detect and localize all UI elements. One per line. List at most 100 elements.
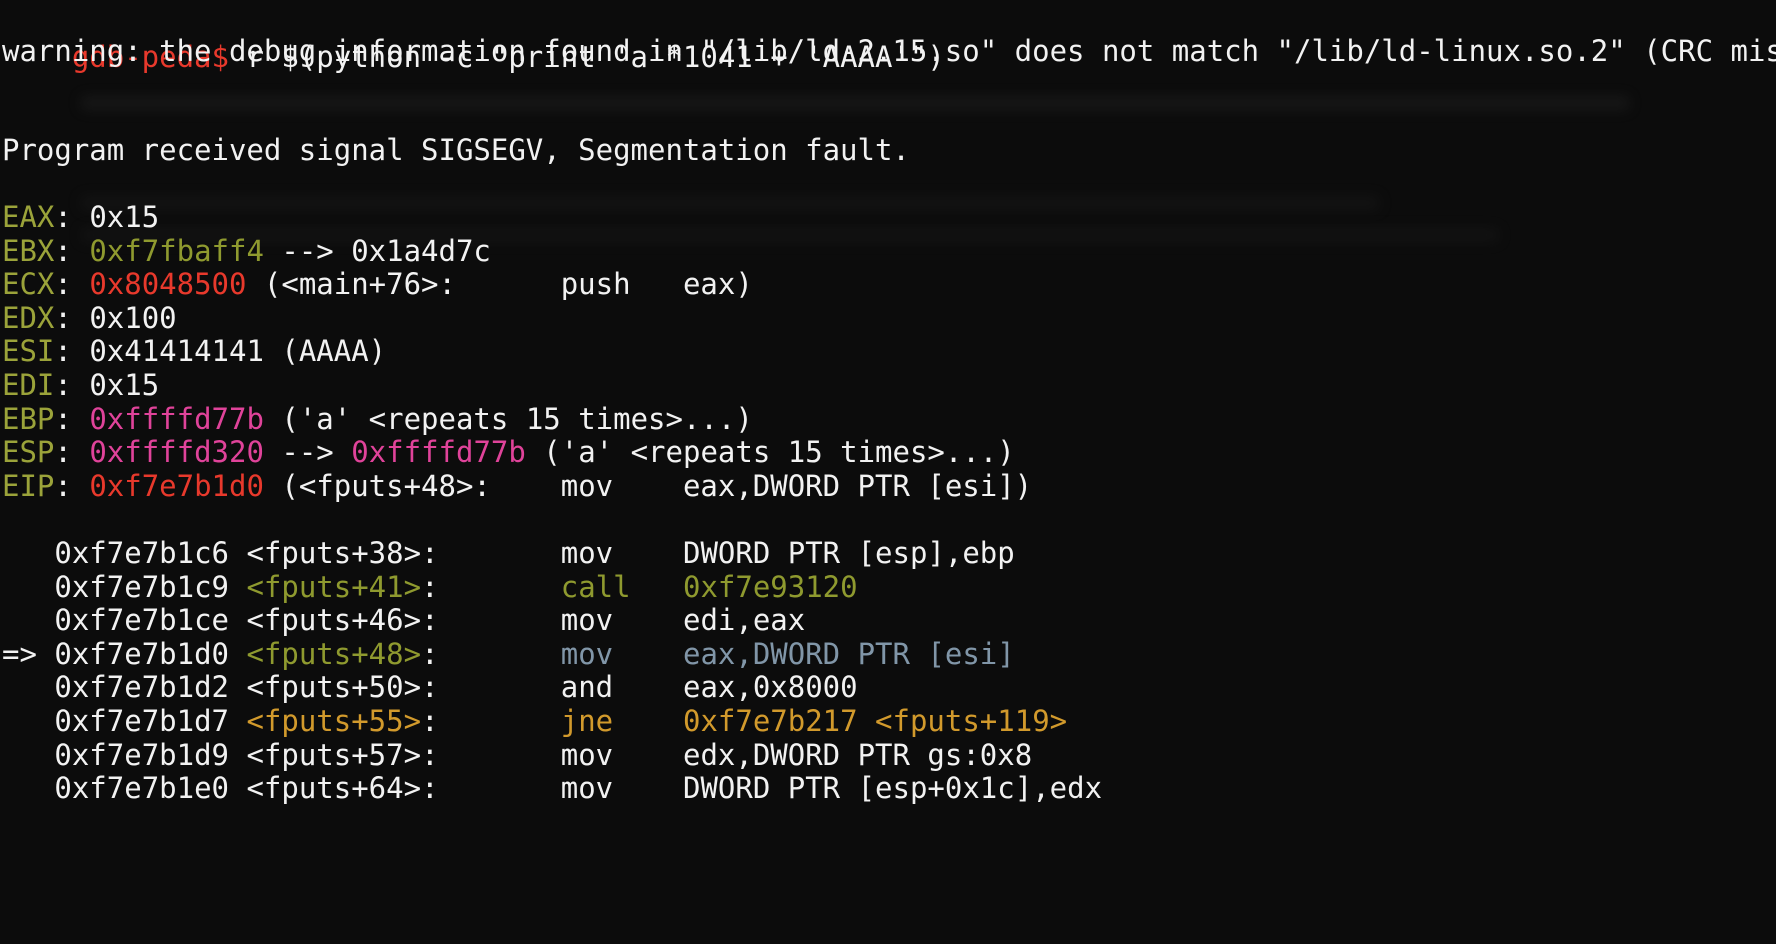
code-colon: : <box>421 636 439 671</box>
instruction-symbol: <fputs+64> <box>246 771 422 806</box>
instruction-address: 0xf7e7b1ce <box>54 603 229 638</box>
register-separator: : <box>54 267 90 302</box>
register-name: EAX <box>2 200 55 234</box>
register-name: EDX <box>2 300 55 335</box>
register-value: 0x15 <box>89 368 160 402</box>
register-name: EBX <box>2 233 55 268</box>
code-gap <box>613 771 683 805</box>
instruction-opcode: mov <box>560 636 614 671</box>
registers-separator: [---------------------------------------… <box>0 164 1776 202</box>
register-name: EIP <box>2 468 55 503</box>
register-value: ('a' <repeats 15 times>...) <box>525 435 1015 470</box>
register-separator: : <box>54 334 90 369</box>
instruction-symbol: <fputs+50> <box>246 670 422 705</box>
instruction-operands: edx,DWORD PTR gs:0x8 <box>683 737 1033 772</box>
instruction-address: 0xf7e7b1d9 <box>54 737 229 772</box>
code-gap <box>439 704 561 738</box>
code-gap <box>439 738 561 772</box>
register-separator: : <box>54 401 90 436</box>
code-colon: : <box>421 603 439 638</box>
code-colon: : <box>421 670 439 705</box>
code-gap <box>439 670 561 704</box>
register-value: 0xf7fbaff4 <box>89 233 264 268</box>
register-name: ESP <box>2 435 55 470</box>
instruction-opcode: mov <box>560 771 614 806</box>
register-separator: : <box>54 468 90 503</box>
code-gap <box>613 637 683 671</box>
register-value: 0x15 <box>89 200 160 234</box>
register-name: ESI <box>2 334 55 369</box>
instruction-symbol: <fputs+41> <box>246 569 422 604</box>
code-row: 0xf7e7b1d9 <fputs+57>: mov edx,DWORD PTR… <box>2 736 1032 774</box>
register-row-ecx: ECX: 0x8048500 (<main+76>: push eax) <box>2 265 753 303</box>
register-value: 0xf7e7b1d0 <box>89 468 264 503</box>
instruction-operands: 0xf7e93120 <box>683 569 858 604</box>
code-separator: [---------------------------------------… <box>0 500 1776 538</box>
register-row-edi: EDI: 0x15 <box>2 366 159 404</box>
instruction-symbol: <fputs+38> <box>246 536 422 570</box>
register-name: ECX <box>2 267 55 302</box>
instruction-address: 0xf7e7b1d7 <box>54 704 229 738</box>
instruction-address: 0xf7e7b1c9 <box>54 569 229 604</box>
instruction-address: 0xf7e7b1e0 <box>54 771 229 806</box>
code-gap <box>439 637 561 671</box>
code-gap <box>613 670 683 704</box>
redacted-output <box>80 96 1630 110</box>
code-gap <box>439 536 561 570</box>
code-gap <box>439 603 561 637</box>
register-row-ebx: EBX: 0xf7fbaff4 --> 0x1a4d7c <box>2 232 491 270</box>
register-value: --> <box>263 435 352 470</box>
warning-message: warning: the debug information found in … <box>2 34 1776 68</box>
register-value: 0x41414141 (AAAA) <box>89 334 387 369</box>
instruction-symbol: <fputs+57> <box>246 737 422 772</box>
register-name: EDI <box>2 368 55 402</box>
register-value: 0xffffd320 <box>89 435 264 470</box>
instruction-operands: DWORD PTR [esp],ebp <box>683 536 1015 570</box>
instruction-operands: edi,eax <box>683 603 806 638</box>
register-value: 0xffffd77b <box>89 401 264 436</box>
current-instruction-row: => 0xf7e7b1d0 <fputs+48>: mov eax,DWORD … <box>2 635 1015 673</box>
code-gap <box>613 704 683 738</box>
stack-separator: [---------------------------------------… <box>0 802 1776 840</box>
instruction-opcode: mov <box>560 536 614 570</box>
register-value: 0x8048500 <box>89 267 247 302</box>
instruction-symbol: <fputs+48> <box>246 636 422 671</box>
instruction-address: 0xf7e7b1c6 <box>54 536 229 570</box>
code-colon: : <box>421 771 439 806</box>
code-gap <box>439 570 561 604</box>
instruction-opcode: mov <box>560 603 614 638</box>
terminal-window[interactable]: gdb-peda$ r $(python -c "print 'a'*1041 … <box>0 0 1776 944</box>
instruction-opcode: call <box>560 569 631 604</box>
code-gap <box>439 771 561 805</box>
instruction-opcode: jne <box>560 704 614 738</box>
code-gap <box>613 603 683 637</box>
register-value: 0xffffd77b <box>351 435 526 470</box>
instruction-operands: eax,DWORD PTR [esi] <box>683 636 1015 671</box>
instruction-opcode: mov <box>560 737 614 772</box>
register-value: 0x100 <box>89 300 177 335</box>
register-row-ebp: EBP: 0xffffd77b ('a' <repeats 15 times>.… <box>2 400 753 438</box>
register-row-edx: EDX: 0x100 <box>2 299 177 337</box>
code-row: 0xf7e7b1ce <fputs+46>: mov edi,eax <box>2 601 805 639</box>
register-separator: : <box>54 300 90 335</box>
instruction-symbol: <fputs+55> <box>246 704 422 738</box>
instruction-operands: 0xf7e7b217 <fputs+119> <box>683 704 1068 738</box>
code-colon: : <box>421 569 439 604</box>
register-name: EBP <box>2 401 55 436</box>
register-value: ('a' <repeats 15 times>...) <box>263 401 753 436</box>
code-gap <box>613 738 683 772</box>
code-row: 0xf7e7b1c9 <fputs+41>: call 0xf7e93120 <box>2 568 858 606</box>
code-colon: : <box>421 536 439 570</box>
